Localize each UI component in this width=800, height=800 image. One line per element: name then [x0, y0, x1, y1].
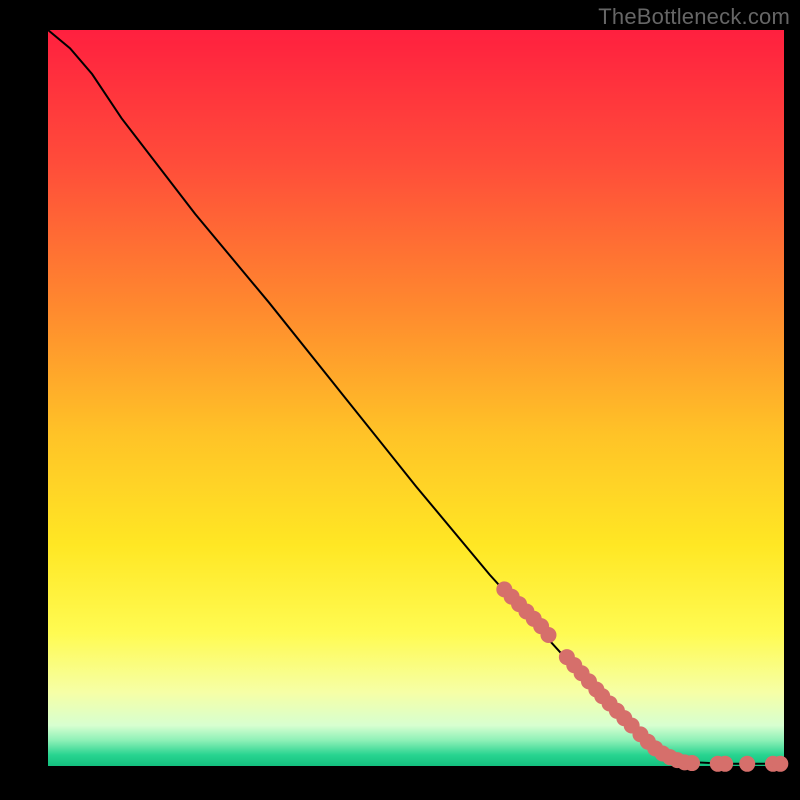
- data-marker: [772, 756, 788, 772]
- plot-background: [48, 30, 784, 766]
- chart-frame: TheBottleneck.com: [0, 0, 800, 800]
- data-marker: [684, 755, 700, 771]
- data-marker: [739, 756, 755, 772]
- data-marker: [717, 756, 733, 772]
- data-marker: [540, 627, 556, 643]
- watermark-text: TheBottleneck.com: [598, 4, 790, 30]
- chart-canvas: [0, 0, 800, 800]
